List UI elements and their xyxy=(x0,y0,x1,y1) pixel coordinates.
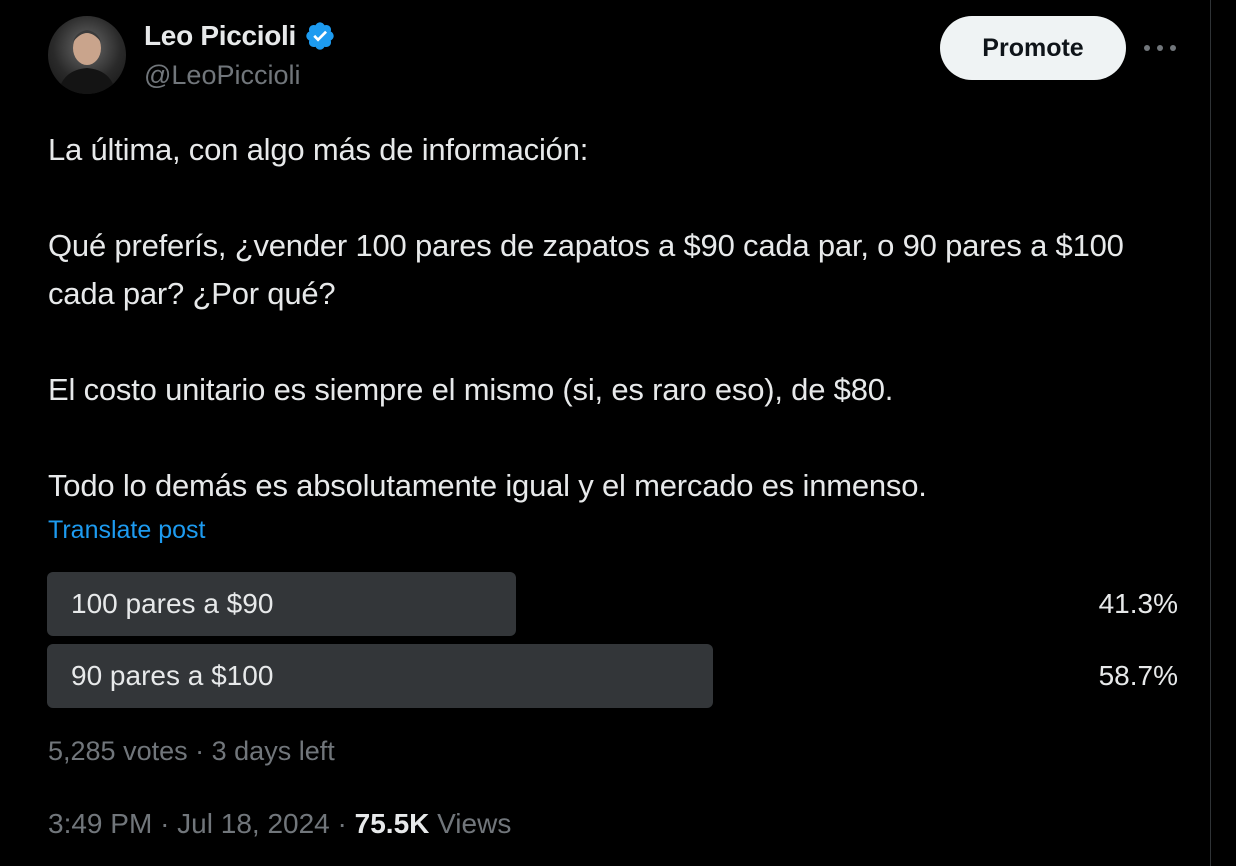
post-date[interactable]: Jul 18, 2024 xyxy=(177,808,330,839)
poll-option-label: 100 pares a $90 xyxy=(71,588,274,619)
timestamp-row: 3:49 PM · Jul 18, 2024 · 75.5K Views xyxy=(48,808,511,840)
promote-button[interactable]: Promote xyxy=(940,16,1126,80)
poll-option-2: 90 pares a $100 58.7% xyxy=(47,644,1182,708)
separator: · xyxy=(160,808,170,839)
post-line: Qué preferís, ¿vender 100 pares de zapat… xyxy=(48,228,1124,311)
views-label[interactable]: Views xyxy=(437,808,511,839)
poll-option-1: 100 pares a $90 41.3% xyxy=(47,572,1182,636)
separator: · xyxy=(337,808,347,839)
post-time[interactable]: 3:49 PM xyxy=(48,808,152,839)
separator: · xyxy=(195,736,205,766)
poll-option-label: 90 pares a $100 xyxy=(71,660,274,691)
poll-votes: 5,285 votes xyxy=(48,736,188,766)
author-name-row[interactable]: Leo Piccioli xyxy=(144,20,336,52)
verified-badge-icon xyxy=(304,20,336,52)
post-line: La última, con algo más de información: xyxy=(48,132,589,167)
poll-option-percent: 58.7% xyxy=(1098,660,1178,691)
poll-meta: 5,285 votes · 3 days left xyxy=(48,736,335,767)
poll-time-left: 3 days left xyxy=(211,736,335,766)
author-display-name[interactable]: Leo Piccioli xyxy=(144,20,296,52)
post-line: Todo lo demás es absolutamente igual y e… xyxy=(48,468,927,503)
views-count[interactable]: 75.5K xyxy=(355,808,430,839)
more-dots-icon[interactable] xyxy=(1142,30,1178,66)
poll-option-percent: 41.3% xyxy=(1098,588,1178,619)
post-line: El costo unitario es siempre el mismo (s… xyxy=(48,372,894,407)
translate-post-link[interactable]: Translate post xyxy=(48,516,205,545)
column-border xyxy=(1210,0,1211,866)
author-handle[interactable]: @LeoPiccioli xyxy=(144,60,300,91)
avatar[interactable] xyxy=(48,16,126,94)
post-text: La última, con algo más de información: … xyxy=(48,126,1198,510)
